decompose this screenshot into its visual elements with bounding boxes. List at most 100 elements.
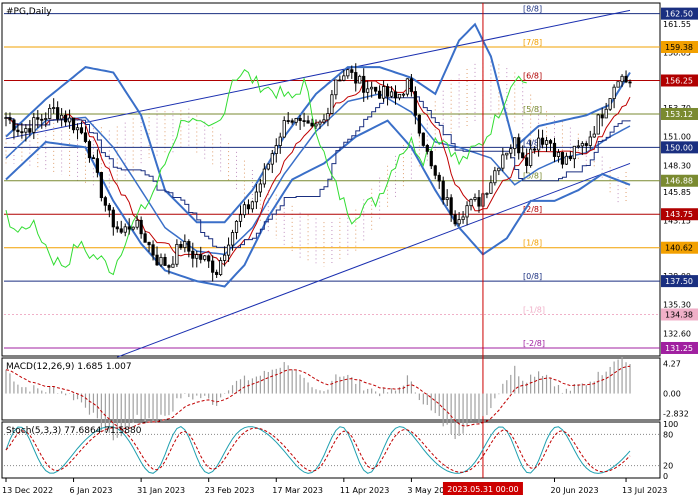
candle-body	[338, 79, 342, 82]
candle-body	[517, 137, 521, 154]
murrey-label: [-1/8]	[523, 305, 545, 314]
candle-body	[318, 121, 322, 125]
candle-body	[493, 170, 497, 184]
candle-body	[111, 209, 115, 228]
candle-body	[36, 117, 40, 120]
candle-body	[473, 197, 477, 200]
candle-body	[362, 75, 366, 93]
candle-body	[60, 114, 64, 120]
candle-body	[139, 219, 143, 235]
candle-body	[401, 93, 406, 96]
candle-body	[612, 86, 616, 99]
x-tick-label: 6 Jan 2023	[70, 486, 113, 495]
candle-body	[286, 120, 290, 122]
candle-body	[592, 133, 596, 138]
candle-body	[381, 86, 386, 99]
x-tick-label: 13 Jul 2023	[622, 486, 667, 495]
candle-body	[509, 148, 513, 154]
candle-body	[258, 183, 262, 193]
candle-body	[326, 113, 330, 121]
macd-tick-label: 0.00	[663, 390, 681, 399]
x-tick-label: 31 Jan 2023	[137, 486, 185, 495]
candle-body	[485, 192, 489, 195]
candle-body	[91, 157, 96, 160]
candle-body	[175, 244, 179, 265]
x-tick-label: 13 Dec 2022	[2, 486, 53, 495]
price-badge-label: 137.50	[665, 277, 693, 286]
candle-body	[366, 88, 370, 93]
candle-body	[4, 117, 8, 119]
murrey-label: [1/8]	[523, 239, 542, 248]
candle-body	[282, 120, 286, 138]
candle-body	[127, 226, 131, 230]
candle-body	[222, 254, 227, 261]
candle-body	[457, 219, 461, 225]
candle-body	[28, 128, 32, 133]
candle-body	[143, 233, 147, 243]
candle-body	[342, 75, 346, 81]
candle-body	[314, 123, 318, 127]
candle-body	[48, 107, 52, 119]
y-tick-label: 161.55	[663, 20, 691, 29]
candle-body	[183, 241, 187, 248]
candle-body	[505, 152, 509, 156]
candle-body	[163, 257, 167, 266]
candle-body	[274, 145, 278, 155]
macd-tick-label: 4.27	[663, 360, 681, 369]
candle-body	[56, 107, 60, 120]
stoch-tick-label: 20	[663, 462, 673, 471]
candle-body	[489, 182, 493, 194]
price-badge-label: 146.88	[665, 177, 693, 186]
candle-body	[544, 140, 549, 145]
candle-body	[12, 119, 16, 131]
x-tick-label: 2023.05.31 00:00	[447, 485, 518, 494]
candle-body	[294, 118, 298, 123]
candle-body	[199, 254, 203, 260]
murrey-label: [8/8]	[523, 5, 542, 14]
candle-body	[310, 122, 314, 127]
candle-body	[477, 197, 481, 207]
candle-body	[44, 118, 48, 120]
candle-body	[171, 263, 175, 268]
candle-body	[449, 197, 453, 216]
candle-body	[32, 117, 36, 133]
candle-body	[278, 136, 282, 146]
candle-body	[123, 226, 127, 233]
candle-body	[425, 145, 429, 152]
candle-body	[226, 244, 231, 256]
candle-body	[147, 241, 151, 246]
candle-body	[330, 94, 334, 114]
candle-body	[71, 117, 76, 131]
candle-body	[119, 228, 123, 233]
candle-body	[421, 132, 425, 146]
candle-body	[87, 141, 92, 159]
y-tick-label: 148.30	[663, 162, 691, 171]
candle-body	[540, 137, 545, 145]
candle-body	[298, 118, 302, 122]
candle-body	[417, 114, 421, 134]
candle-body	[234, 220, 239, 233]
candle-body	[115, 226, 119, 230]
candle-body	[572, 145, 576, 160]
candle-body	[167, 265, 171, 268]
stoch-tick-label: 100	[663, 420, 678, 429]
candle-body	[564, 155, 569, 165]
candle-body	[608, 98, 612, 110]
candle-body	[99, 172, 103, 199]
price-badge-label: 162.50	[665, 10, 693, 19]
chart-canvas[interactable]: [8/8][7/8][6/8][5/8][4/8][3/8][2/8][1/8]…	[0, 0, 700, 500]
price-badge-label: 159.38	[665, 43, 693, 52]
y-tick-label: 151.00	[663, 133, 691, 142]
trading-chart[interactable]: [8/8] [7/8] [6/8] [5/8] [4/8] [3/8] [2/8] [1/8]…	[0, 0, 700, 500]
candle-body	[584, 143, 588, 146]
price-badge-label: 140.62	[665, 244, 693, 253]
candle-body	[64, 114, 68, 123]
candle-body	[75, 127, 80, 131]
candle-body	[521, 152, 525, 159]
candle-body	[628, 81, 632, 84]
symbol-label: #PG,Daily	[6, 7, 52, 17]
candle-body	[250, 201, 255, 210]
candle-body	[616, 81, 620, 88]
candle-body	[219, 260, 223, 275]
candle-body	[302, 120, 306, 123]
